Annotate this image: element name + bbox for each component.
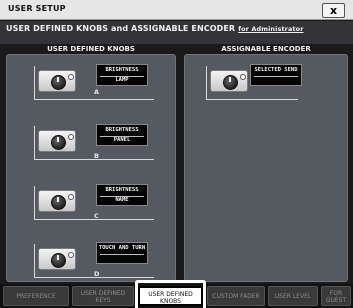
knobs-heading: USER DEFINED KNOBS: [47, 45, 135, 53]
knob-d-letter: D: [94, 270, 100, 278]
param-line1: TOUCH AND TURN: [98, 245, 146, 251]
tab-label: FOR: [329, 290, 343, 297]
page-title-text: USER DEFINED KNOBS and ASSIGNABLE ENCODE…: [6, 24, 236, 33]
knob-c-button[interactable]: [38, 190, 76, 212]
knob-b-letter: B: [94, 152, 99, 160]
encoder-heading: ASSIGNABLE ENCODER: [221, 45, 311, 53]
tab-label: CUSTOM FADER: [212, 293, 260, 300]
close-button[interactable]: x: [322, 3, 345, 18]
param-line2: NAME: [115, 197, 129, 203]
for-user-label: for Administrator: [238, 25, 304, 33]
indicator-dot: [68, 74, 74, 80]
knob-c-letter: C: [94, 212, 99, 220]
indicator-dot: [68, 252, 74, 258]
knob-d-button[interactable]: [38, 248, 76, 270]
knob-icon: [223, 75, 238, 90]
knob-a-parameter[interactable]: BRIGHTNESS LAMP: [96, 64, 148, 86]
tab-custom-fader[interactable]: CUSTOM FADER: [207, 286, 265, 306]
tab-label: USER DEFINED: [80, 290, 126, 297]
knob-a-button[interactable]: [38, 70, 76, 92]
param-line1: BRIGHTNESS: [105, 187, 139, 193]
indicator-dot: [240, 74, 246, 80]
tab-label-line2: GUEST: [325, 297, 347, 304]
indicator-dot: [68, 134, 74, 140]
knob-icon: [51, 253, 66, 268]
page-title: USER DEFINED KNOBS and ASSIGNABLE ENCODE…: [6, 24, 304, 33]
sub-header: USER DEFINED KNOBS and ASSIGNABLE ENCODE…: [0, 21, 353, 44]
tab-label-line2: KEYS: [95, 297, 111, 304]
knob-d-parameter[interactable]: TOUCH AND TURN: [96, 242, 148, 264]
param-line1: BRIGHTNESS: [105, 67, 139, 73]
indicator-dot: [68, 194, 74, 200]
window-title: USER SETUP: [8, 4, 66, 13]
tab-label: PREFERENCE: [16, 293, 56, 300]
tab-user-defined-keys[interactable]: USER DEFINED KEYS: [72, 286, 134, 306]
encoder-parameter[interactable]: SELECTED SEND: [250, 64, 302, 86]
knob-b-button[interactable]: [38, 130, 76, 152]
tab-for-guest[interactable]: FOR GUEST: [321, 286, 351, 306]
knob-icon: [51, 195, 66, 210]
param-line2: PANEL: [113, 137, 131, 143]
tab-user-level[interactable]: USER LEVEL: [268, 286, 318, 306]
param-line2: LAMP: [115, 77, 129, 83]
divider: [100, 254, 144, 255]
knob-icon: [51, 75, 66, 90]
active-tab-highlight: [135, 280, 206, 308]
tab-preference[interactable]: PREFERENCE: [3, 286, 69, 306]
param-line1: SELECTED SEND: [254, 67, 298, 73]
tab-label: USER LEVEL: [274, 293, 312, 300]
divider: [254, 76, 298, 77]
param-line1: BRIGHTNESS: [105, 127, 139, 133]
knob-a-letter: A: [94, 88, 100, 96]
knob-icon: [51, 135, 66, 150]
encoder-button[interactable]: [210, 70, 248, 92]
knob-c-parameter[interactable]: BRIGHTNESS NAME: [96, 184, 148, 206]
knob-b-parameter[interactable]: BRIGHTNESS PANEL: [96, 124, 148, 146]
